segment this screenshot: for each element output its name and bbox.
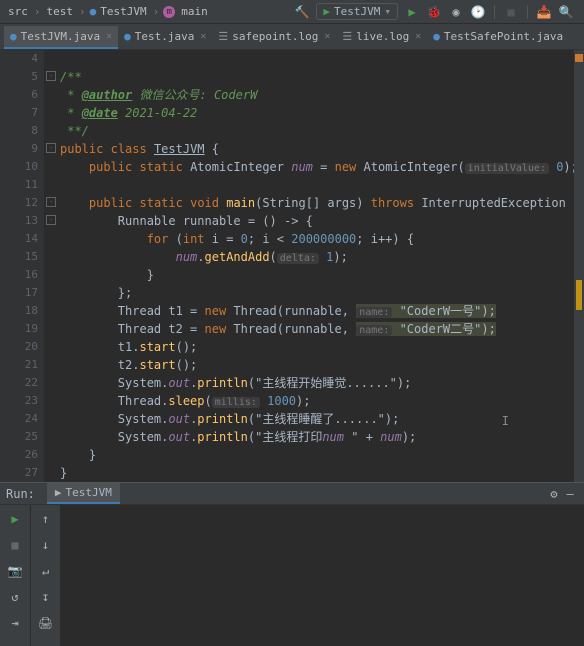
method-icon: m [163,6,175,18]
settings-icon[interactable]: ⚙ [546,486,562,502]
search-button[interactable]: 🔍 [558,4,574,20]
file-icon: ☰ [342,30,352,43]
separator [527,5,528,19]
class-icon: ● [90,5,97,18]
file-icon: ☰ [218,30,228,43]
tab-test[interactable]: ● Test.java ✕ [118,26,212,49]
editor-tabs: ● TestJVM.java ✕ ● Test.java ✕ ☰ safepoi… [0,24,584,50]
down-icon[interactable]: ↓ [38,537,54,553]
up-icon[interactable]: ↑ [38,511,54,527]
error-stripe[interactable] [574,50,584,482]
tab-label: live.log [356,30,409,43]
close-icon[interactable]: ✕ [200,31,206,42]
chevron-right-icon: › [79,5,86,18]
separator [494,5,495,19]
gutter[interactable]: 45678 9▶ 1011 12▶ 1314151617181920212223… [0,50,44,482]
fold-toggle[interactable]: - [46,71,56,81]
debug-button[interactable]: 🐞 [426,4,442,20]
print-icon[interactable]: 🖨 [38,615,54,631]
fold-toggle[interactable]: - [46,143,56,153]
tab-livelog[interactable]: ☰ live.log ✕ [336,26,427,49]
crumb-test[interactable]: test [45,4,76,19]
crumb-src[interactable]: src [6,4,30,19]
warning-indicator[interactable] [575,54,583,62]
breadcrumb: src › test › ● TestJVM › m main [6,4,294,19]
run-tab-icon: ▶ [55,486,62,499]
run-panel-header: Run: ▶ TestJVM ⚙ — [0,483,584,505]
fold-toggle[interactable]: - [46,215,56,225]
rerun-button[interactable]: ▶ [7,511,23,527]
navigation-bar: src › test › ● TestJVM › m main 🔨 ▶ Test… [0,0,584,24]
class-icon: ● [124,30,131,43]
profile-button[interactable]: 🕑 [470,4,486,20]
minimize-icon[interactable]: — [562,486,578,502]
run-left-toolbar: ▶ ■ 📷 ↺ ⇥ [0,505,30,646]
run-tool-window: Run: ▶ TestJVM ⚙ — ▶ ■ 📷 ↺ ⇥ ↑ ↓ ↵ ↧ 🖨 [0,482,584,646]
tab-testjvm[interactable]: ● TestJVM.java ✕ [4,26,118,49]
fold-toggle[interactable]: - [46,197,56,207]
run-output[interactable] [60,505,584,646]
run-button[interactable]: ▶ [404,4,420,20]
editor[interactable]: 45678 9▶ 1011 12▶ 1314151617181920212223… [0,50,584,482]
close-icon[interactable]: ✕ [106,31,112,42]
build-icon[interactable]: 🔨 [294,4,310,20]
coverage-button[interactable]: ◉ [448,4,464,20]
run-config-name: TestJVM [334,5,380,18]
screenshot-button[interactable]: 📷 [7,563,23,579]
warning-marker[interactable] [576,280,582,310]
stop-button[interactable]: ■ [7,537,23,553]
tab-label: TestJVM.java [21,30,100,43]
crumb-method[interactable]: main [179,4,210,19]
run-panel-label: Run: [6,487,35,501]
tab-testsafepoint[interactable]: ● TestSafePoint.java [427,26,569,49]
tab-label: safepoint.log [232,30,318,43]
tab-label: Test.java [135,30,195,43]
run-panel-body: ▶ ■ 📷 ↺ ⇥ ↑ ↓ ↵ ↧ 🖨 [0,505,584,646]
chevron-down-icon: ▾ [384,5,391,18]
run-config-icon: ▶ [323,5,330,18]
chevron-right-icon: › [153,5,160,18]
close-icon[interactable]: ✕ [415,31,421,42]
dump-button[interactable]: ↺ [7,589,23,605]
fold-column[interactable]: - - - - [44,50,58,482]
scroll-end-icon[interactable]: ↧ [38,589,54,605]
run-left-toolbar-2: ↑ ↓ ↵ ↧ 🖨 [30,505,60,646]
class-icon: ● [433,30,440,43]
text-cursor: I [502,414,509,428]
chevron-right-icon: › [34,5,41,18]
soft-wrap-icon[interactable]: ↵ [38,563,54,579]
exit-button[interactable]: ⇥ [7,615,23,631]
class-icon: ● [10,30,17,43]
run-panel-tab[interactable]: ▶ TestJVM [47,483,120,504]
tab-safepoint[interactable]: ☰ safepoint.log ✕ [212,26,336,49]
stop-button[interactable]: ■ [503,4,519,20]
tab-label: TestSafePoint.java [444,30,563,43]
git-update-button[interactable]: 📥 [536,4,552,20]
run-tab-label: TestJVM [66,486,112,499]
crumb-class[interactable]: TestJVM [98,4,148,19]
toolbar: 🔨 ▶ TestJVM ▾ ▶ 🐞 ◉ 🕑 ■ 📥 🔍 [294,3,578,20]
run-config-select[interactable]: ▶ TestJVM ▾ [316,3,398,20]
close-icon[interactable]: ✕ [324,31,330,42]
